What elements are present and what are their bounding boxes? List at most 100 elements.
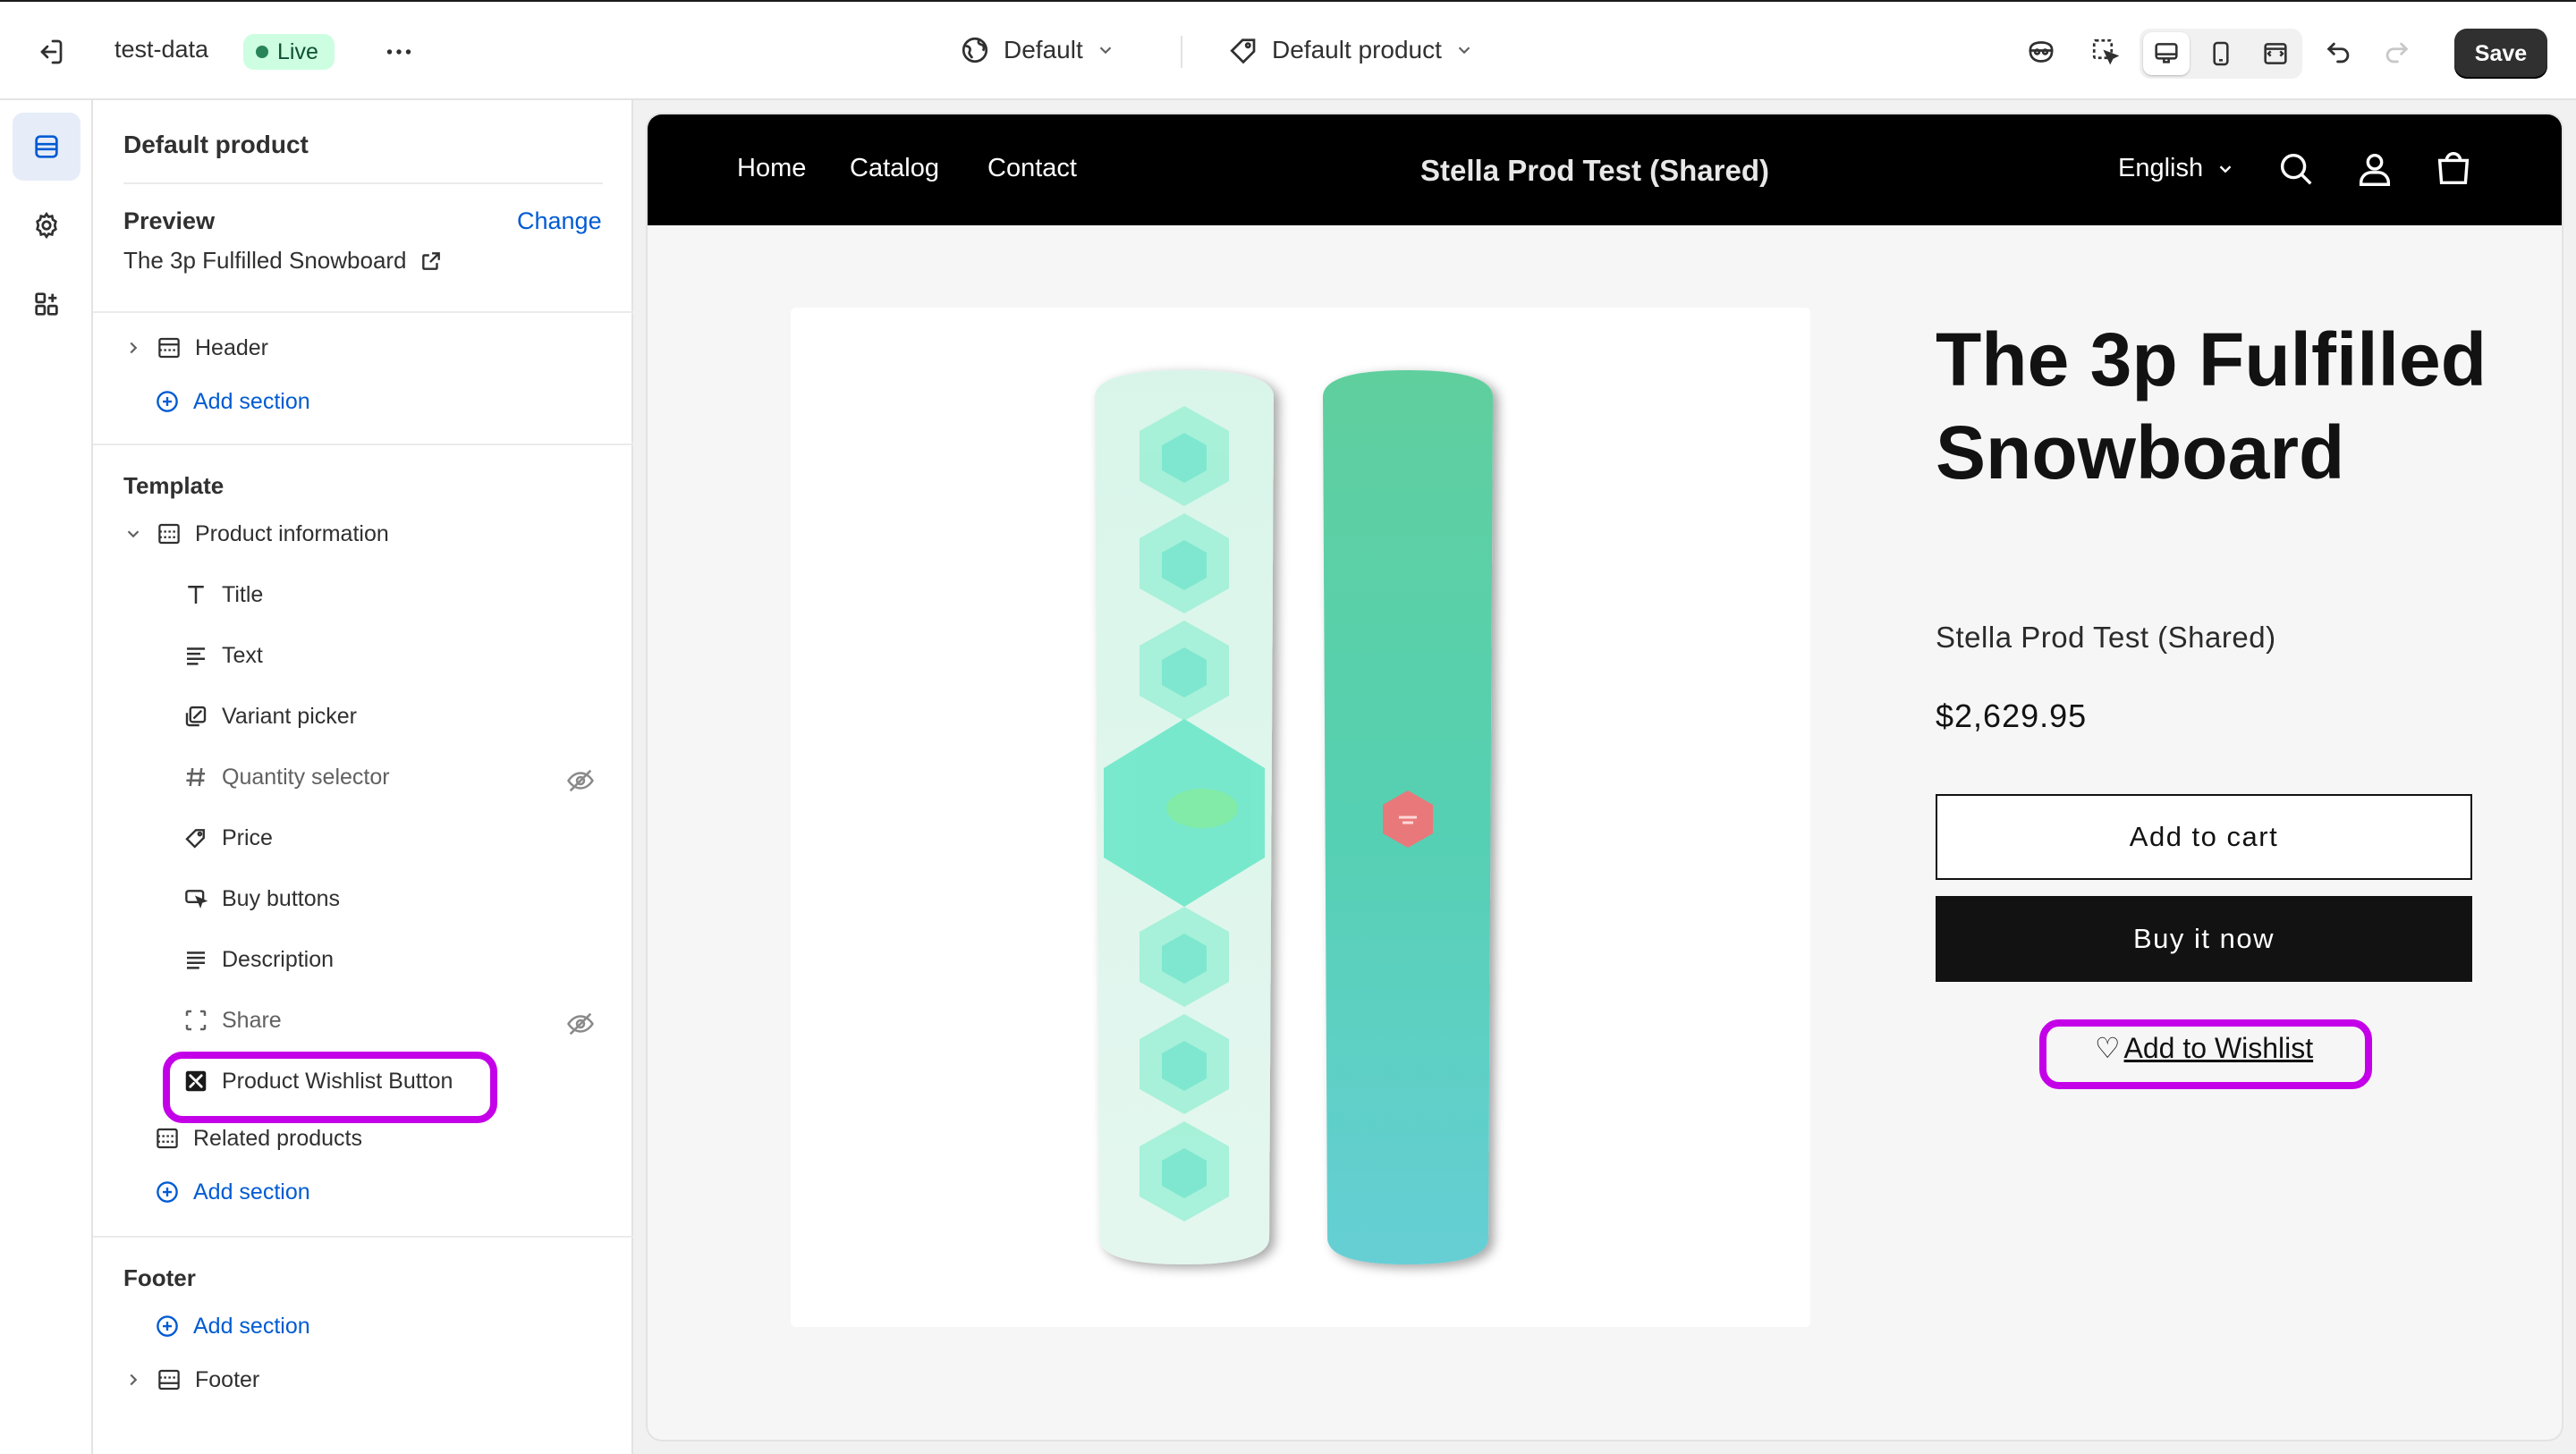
eye-hidden-icon[interactable] [565, 1009, 596, 1039]
desktop-icon [2155, 43, 2178, 63]
apps-tab[interactable] [13, 270, 80, 338]
block-price-label: Price [222, 824, 273, 850]
desktop-view-button[interactable] [2143, 32, 2190, 75]
theme-selector[interactable]: Default [959, 34, 1115, 66]
buy-it-now-button[interactable]: Buy it now [1936, 896, 2472, 982]
nav-catalog[interactable]: Catalog [850, 154, 939, 183]
block-text-label: Text [222, 642, 263, 668]
snowboard-image [1095, 370, 1493, 1264]
divider [93, 444, 633, 445]
block-buy-buttons-label: Buy buttons [222, 885, 341, 911]
fullscreen-icon [2264, 43, 2287, 64]
template-label: Default product [1272, 36, 1442, 63]
title-icon [188, 586, 204, 604]
search-icon[interactable] [2275, 148, 2317, 190]
block-title[interactable]: Title [182, 581, 263, 608]
product-vendor: Stella Prod Test (Shared) [1936, 621, 2276, 654]
storefront-preview: Home Catalog Contact Stella Prod Test (S… [648, 114, 2562, 1440]
fullscreen-view-button[interactable] [2252, 32, 2299, 75]
description-icon [187, 951, 205, 969]
text-icon [187, 647, 205, 665]
section-product-information-label: Product information [195, 520, 389, 546]
gear-icon [36, 211, 57, 240]
block-share[interactable]: Share [182, 1007, 282, 1034]
add-to-cart-button[interactable]: Add to cart [1936, 794, 2472, 880]
block-description[interactable]: Description [182, 946, 334, 973]
chevron-down-icon [1099, 46, 1111, 55]
status-badge: Live [243, 34, 335, 70]
mobile-icon [2213, 41, 2229, 66]
wishlist-block-highlight [163, 1052, 497, 1123]
chevron-right-icon [130, 1374, 138, 1386]
external-link-icon [421, 251, 440, 270]
exit-icon[interactable] [34, 36, 66, 68]
section-related-products[interactable]: Related products [154, 1125, 362, 1152]
left-rail [0, 100, 93, 1454]
sections-icon [35, 135, 58, 158]
footer-label: Footer [123, 1264, 196, 1291]
section-related-products-label: Related products [193, 1125, 363, 1151]
nav-home[interactable]: Home [737, 154, 806, 183]
plus-circle-icon [157, 1315, 178, 1337]
block-title-label: Title [222, 581, 264, 607]
sidekick-icon[interactable] [2025, 36, 2057, 68]
add-section-footer[interactable]: Add section [154, 1313, 310, 1340]
shop-name[interactable]: Stella Prod Test (Shared) [1420, 154, 1769, 188]
block-description-label: Description [222, 946, 335, 972]
divider [1181, 36, 1182, 68]
tag-icon [1230, 38, 1256, 64]
theme-settings-tab[interactable] [13, 191, 80, 259]
block-quantity-selector[interactable]: Quantity selector [182, 764, 390, 790]
chevron-down-icon [127, 530, 140, 538]
preview-label: Preview [123, 207, 216, 234]
undo-icon[interactable] [2324, 38, 2354, 68]
eye-hidden-icon[interactable] [565, 765, 596, 796]
inspector-icon[interactable] [2089, 36, 2122, 68]
section-footer[interactable]: Footer [123, 1366, 259, 1393]
section-footer-label: Footer [195, 1366, 260, 1392]
section-icon [157, 1128, 178, 1149]
cart-icon[interactable] [2433, 148, 2474, 190]
block-buy-buttons[interactable]: Buy buttons [182, 885, 340, 912]
sections-tab[interactable] [13, 113, 80, 181]
block-variant-picker[interactable]: Variant picker [182, 703, 357, 730]
redo-icon[interactable] [2381, 38, 2411, 68]
language-label: English [2118, 154, 2204, 182]
chevron-down-icon [1458, 46, 1470, 55]
price-tag-icon [185, 829, 205, 849]
footer-layout-icon [158, 1369, 180, 1391]
live-dot [256, 46, 268, 58]
store-name: test-data [114, 36, 209, 63]
product-title: The 3p Fulfilled Snowboard [1936, 317, 2487, 495]
language-selector[interactable]: English [2118, 154, 2235, 183]
block-text[interactable]: Text [182, 642, 263, 669]
block-share-label: Share [222, 1007, 282, 1033]
divider [93, 311, 633, 313]
change-preview-link[interactable]: Change [517, 207, 602, 235]
divider [93, 1236, 633, 1238]
wishlist-button-highlight [2039, 1019, 2372, 1089]
add-section-template[interactable]: Add section [154, 1179, 310, 1205]
block-price[interactable]: Price [182, 824, 273, 851]
share-icon [185, 1010, 207, 1031]
add-section-label: Add section [193, 1179, 310, 1205]
chevron-down-icon [2219, 165, 2232, 173]
store-header: Home Catalog Contact Stella Prod Test (S… [648, 114, 2562, 225]
product-image[interactable] [791, 308, 1810, 1327]
more-actions-icon[interactable] [383, 36, 415, 68]
nav-contact[interactable]: Contact [987, 154, 1077, 183]
section-header[interactable]: Header [123, 334, 268, 361]
product-price: $2,629.95 [1936, 697, 2088, 734]
preview-product[interactable]: The 3p Fulfilled Snowboard [123, 247, 443, 275]
viewport-switcher [2140, 29, 2302, 79]
mobile-view-button[interactable] [2198, 32, 2244, 75]
add-section-header[interactable]: Add section [154, 388, 310, 415]
theme-label: Default [1004, 36, 1083, 63]
save-button[interactable]: Save [2454, 29, 2547, 79]
section-product-information[interactable]: Product information [123, 520, 389, 547]
add-section-label: Add section [193, 1313, 310, 1339]
add-section-label: Add section [193, 388, 310, 414]
template-selector[interactable]: Default product [1227, 34, 1474, 66]
account-icon[interactable] [2354, 148, 2395, 190]
divider [123, 182, 603, 184]
